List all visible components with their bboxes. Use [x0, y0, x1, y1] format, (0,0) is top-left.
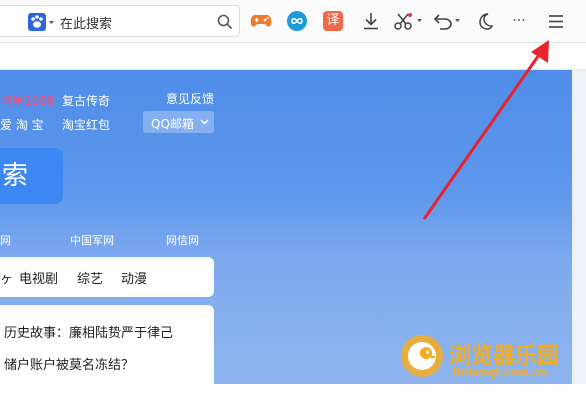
watermark-logo-icon: [400, 334, 444, 378]
red-arrow-annotation: [422, 40, 549, 220]
watermark-url: liulanqi.com.cn: [452, 366, 548, 379]
